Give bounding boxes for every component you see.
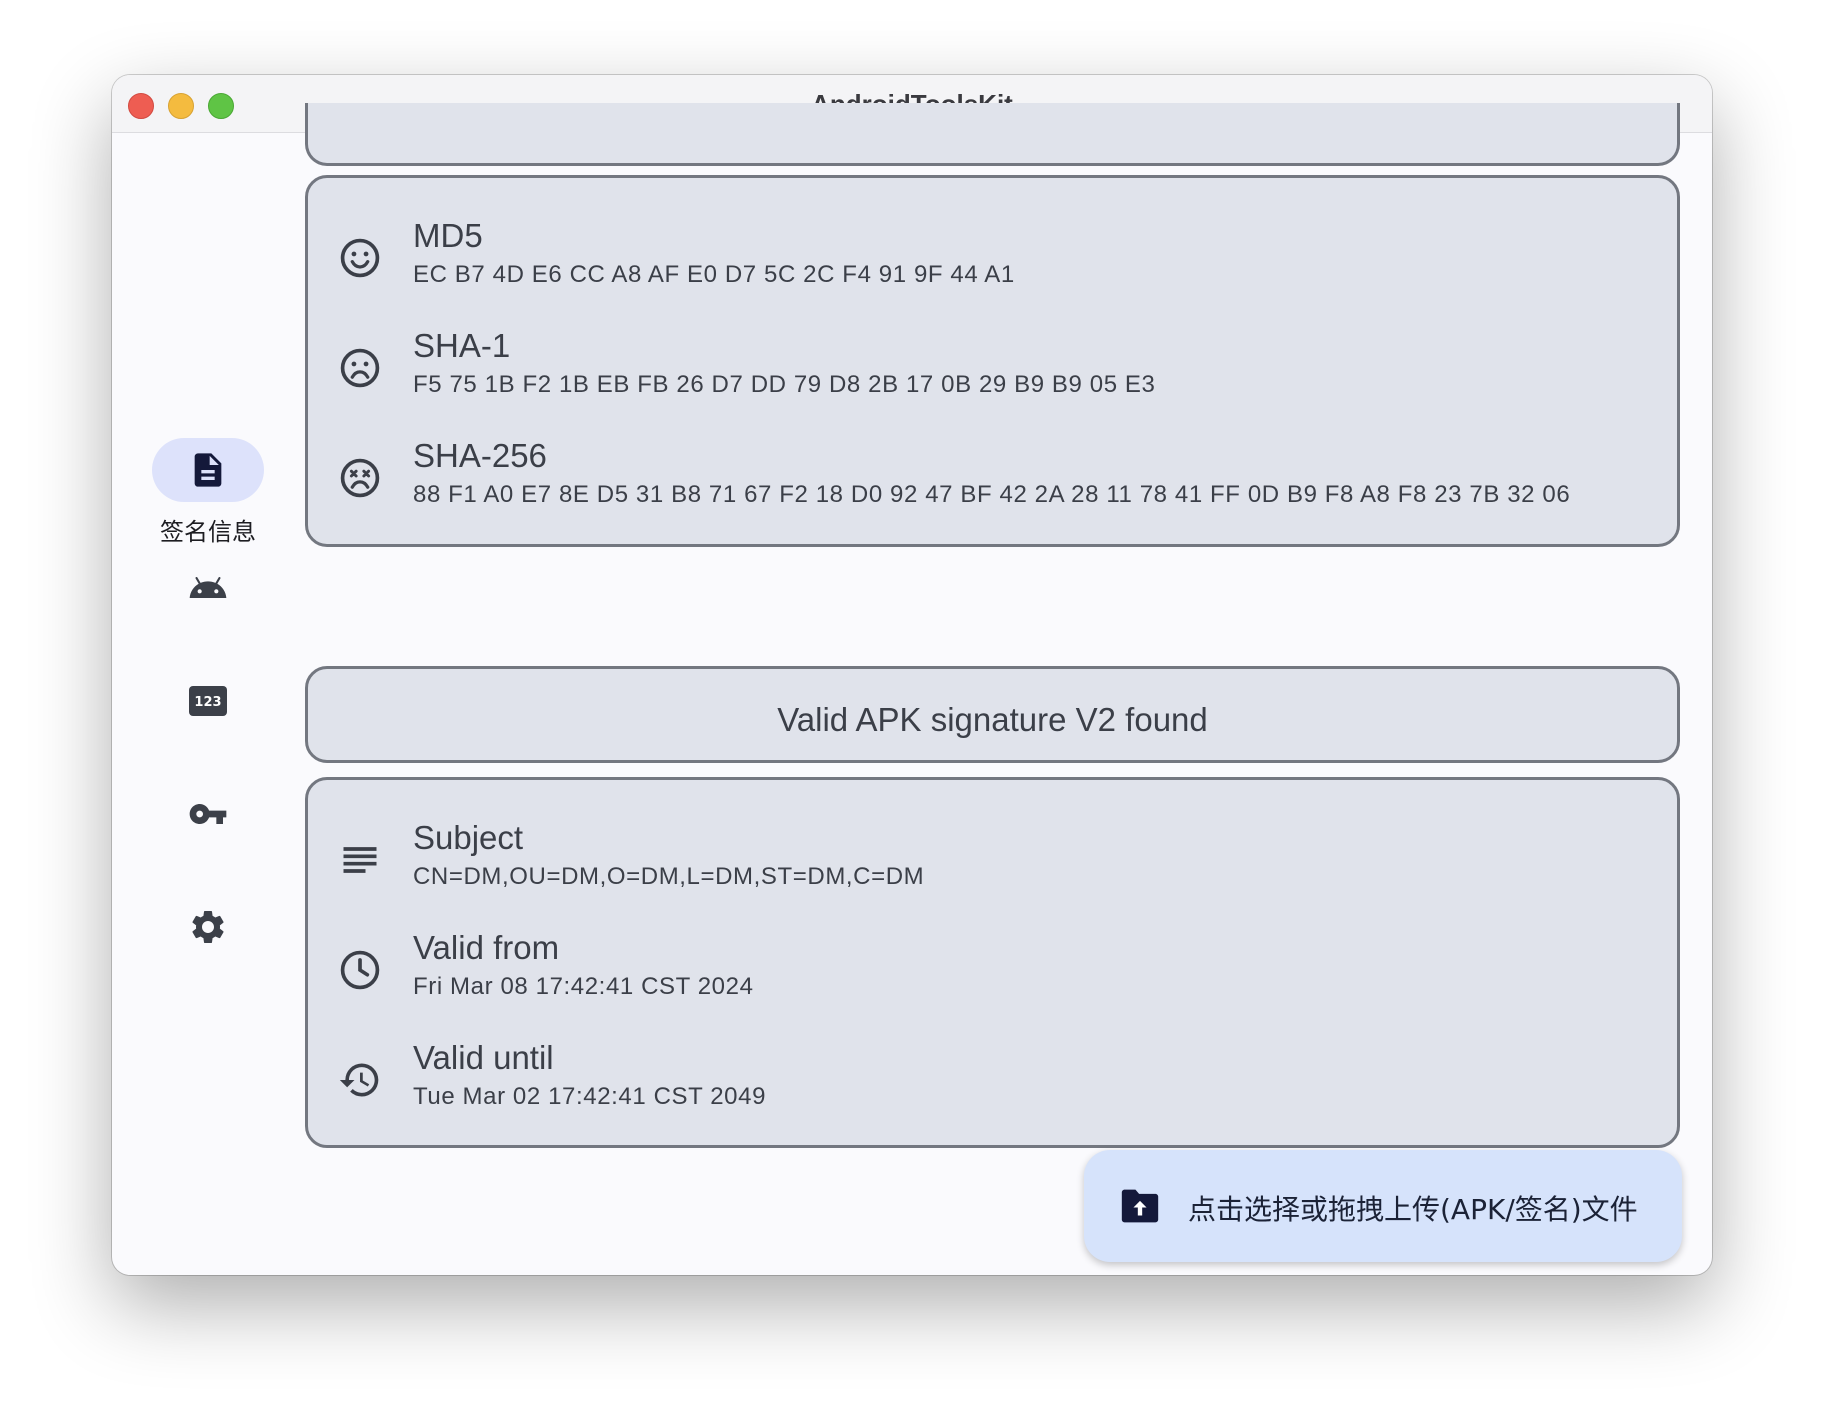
rail-item-keys[interactable] <box>152 782 264 846</box>
row-value: EC B7 4D E6 CC A8 AF E0 D7 5C 2C F4 91 9… <box>413 261 1015 288</box>
row-title: SHA-1 <box>413 327 511 364</box>
row-title: Valid until <box>413 1039 554 1076</box>
upload-button-label: 点击选择或拖拽上传(APK/签名)文件 <box>1188 1193 1638 1226</box>
certificate-card: Subject CN=DM,OU=DM,O=DM,L=DM,ST=DM,C=DM… <box>305 777 1680 1148</box>
navigation-rail: 签名信息 123 <box>112 133 302 1275</box>
row-value: Fri Mar 08 17:42:41 CST 2024 <box>413 973 754 1000</box>
subject-row[interactable]: Subject CN=DM,OU=DM,O=DM,L=DM,ST=DM,C=DM <box>308 805 1677 915</box>
app-window: AndroidToolsKit 签名信息 123 <box>112 75 1712 1275</box>
row-title: SHA-256 <box>413 437 547 474</box>
gear-icon <box>192 911 224 943</box>
key-icon <box>189 804 227 824</box>
lines-icon <box>343 847 377 873</box>
upload-file-button[interactable]: 点击选择或拖拽上传(APK/签名)文件 <box>1084 1150 1682 1262</box>
valid-from-row[interactable]: Valid from Fri Mar 08 17:42:41 CST 2024 <box>308 915 1677 1025</box>
rail-item-label: 签名信息 <box>160 518 256 546</box>
row-title: MD5 <box>413 217 483 254</box>
android-icon <box>189 576 227 598</box>
main-content: 签名信息 123 MD5 EC B7 4D E6 CC A8 AF E0 D7 … <box>112 103 1712 1275</box>
row-title: Subject <box>413 819 524 856</box>
rail-item-numbers[interactable]: 123 <box>152 669 264 733</box>
svg-text:123: 123 <box>194 695 221 710</box>
signature-banner-card: Valid APK signature V2 found <box>305 666 1680 763</box>
sad-face-icon <box>340 348 380 388</box>
numbers-123-icon: 123 <box>189 686 227 716</box>
valid-until-row[interactable]: Valid until Tue Mar 02 17:42:41 CST 2049 <box>308 1025 1677 1135</box>
rail-item-settings[interactable] <box>152 895 264 959</box>
sha256-row[interactable]: SHA-256 88 F1 A0 E7 8E D5 31 B8 71 67 F2… <box>308 423 1677 533</box>
rail-item-android[interactable] <box>152 556 264 620</box>
row-value: 88 F1 A0 E7 8E D5 31 B8 71 67 F2 18 D0 9… <box>413 481 1571 508</box>
row-value: CN=DM,OU=DM,O=DM,L=DM,ST=DM,C=DM <box>413 863 925 890</box>
document-icon <box>194 453 222 487</box>
sha1-row[interactable]: SHA-1 F5 75 1B F2 1B EB FB 26 D7 DD 79 D… <box>308 313 1677 423</box>
smile-face-icon <box>340 238 380 278</box>
fingerprints-card: MD5 EC B7 4D E6 CC A8 AF E0 D7 5C 2C F4 … <box>305 175 1680 547</box>
previous-card <box>305 103 1680 166</box>
rail-item-signature-info[interactable]: 签名信息 <box>152 438 264 546</box>
folder-upload-icon <box>1121 1189 1159 1223</box>
md5-row[interactable]: MD5 EC B7 4D E6 CC A8 AF E0 D7 5C 2C F4 … <box>308 203 1677 313</box>
history-icon <box>339 1063 379 1097</box>
row-value: F5 75 1B F2 1B EB FB 26 D7 DD 79 D8 2B 1… <box>413 371 1156 398</box>
row-title: Valid from <box>413 929 560 966</box>
row-value: Tue Mar 02 17:42:41 CST 2049 <box>413 1083 767 1110</box>
clock-icon <box>340 950 380 990</box>
dizzy-face-icon <box>340 458 380 498</box>
signature-status-text: Valid APK signature V2 found <box>777 701 1208 738</box>
